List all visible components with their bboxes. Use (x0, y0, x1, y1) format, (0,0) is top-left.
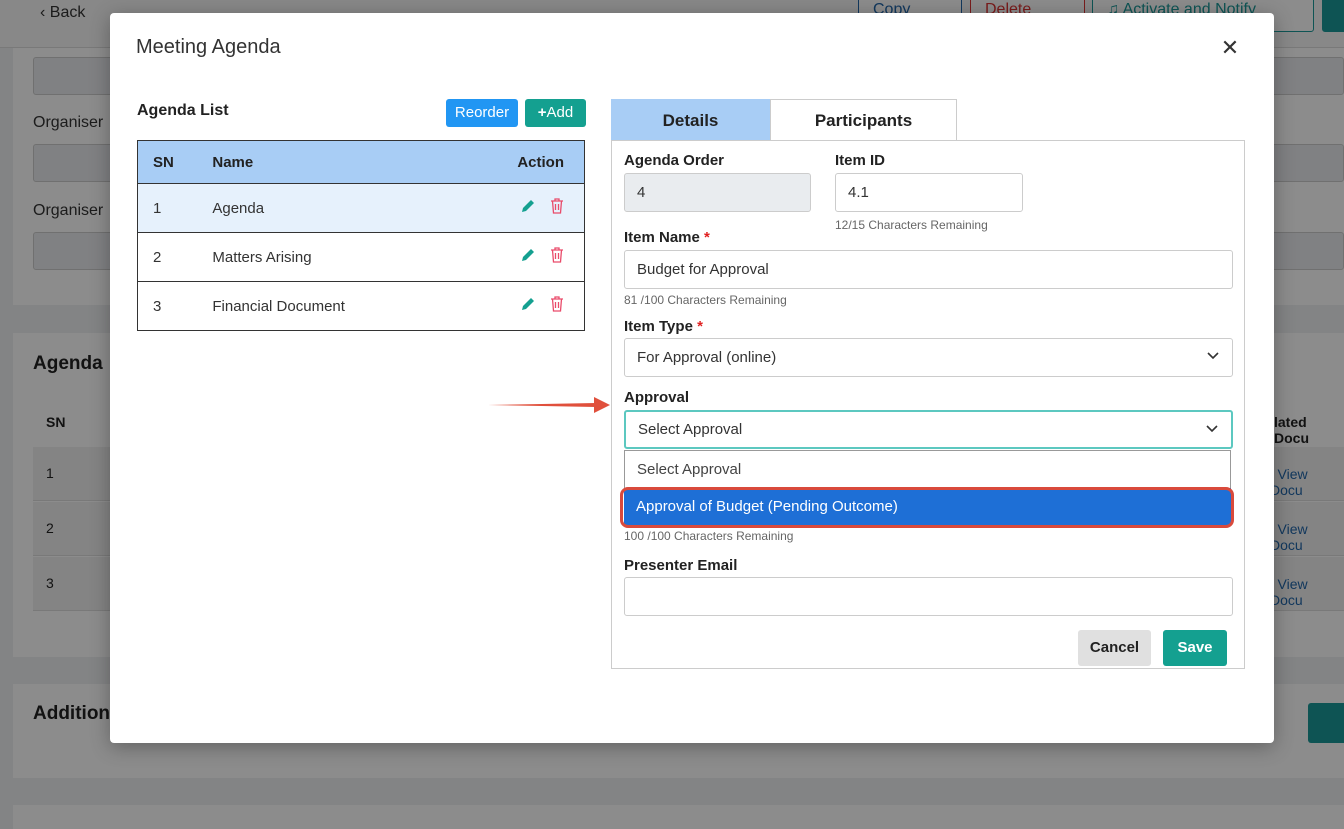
chevron-down-icon (1206, 425, 1218, 433)
table-row[interactable]: 1 Agenda (137, 183, 585, 233)
item-id-field[interactable]: 4.1 (835, 173, 1023, 212)
name-column-header: Name (212, 140, 495, 184)
annotation-highlight-box (620, 487, 1234, 528)
annotation-arrow-icon (488, 397, 610, 413)
agenda-order-field: 4 (624, 173, 811, 212)
add-button[interactable]: +Add (525, 99, 586, 127)
action-column-header: Action (494, 140, 585, 184)
row-sn: 3 (137, 281, 213, 331)
row-sn: 1 (137, 183, 213, 233)
presenter-email-field[interactable] (624, 577, 1233, 616)
trash-icon[interactable] (550, 198, 564, 214)
item-type-select[interactable]: For Approval (online) (624, 338, 1233, 377)
agenda-list-table: SN Name Action 1 Agenda 2 Matters Arisin… (137, 140, 585, 331)
row-name: Matters Arising (212, 232, 495, 282)
table-row[interactable]: 2 Matters Arising (137, 232, 585, 282)
row-name: Financial Document (212, 281, 495, 331)
item-id-label: Item ID (835, 152, 886, 169)
item-name-field[interactable]: Budget for Approval (624, 250, 1233, 289)
row-actions (494, 281, 585, 331)
agenda-list-title: Agenda List (137, 102, 229, 119)
sn-column-header: SN (137, 140, 213, 184)
tab-details[interactable]: Details (611, 99, 770, 140)
row-actions (494, 183, 585, 233)
cancel-button[interactable]: Cancel (1078, 630, 1151, 666)
pencil-icon[interactable] (520, 198, 536, 214)
approval-option[interactable]: Select Approval (625, 451, 1230, 488)
chevron-down-icon (1207, 352, 1219, 360)
row-actions (494, 232, 585, 282)
agenda-order-label: Agenda Order (624, 152, 725, 169)
presenter-email-label: Presenter Email (624, 557, 738, 574)
row-sn: 2 (137, 232, 213, 282)
table-row[interactable]: 3 Financial Document (137, 281, 585, 331)
table-header-row: SN Name Action (137, 140, 585, 184)
close-icon[interactable]: ✕ (1217, 35, 1243, 61)
approval-label: Approval (624, 389, 690, 406)
plus-icon: + (537, 104, 547, 121)
trash-icon[interactable] (550, 247, 564, 263)
trash-icon[interactable] (550, 296, 564, 312)
save-button[interactable]: Save (1163, 630, 1227, 666)
pencil-icon[interactable] (520, 296, 536, 312)
description-hint: 100 /100 Characters Remaining (624, 529, 794, 543)
tab-participants[interactable]: Participants (770, 99, 957, 140)
approval-select[interactable]: Select Approval (624, 410, 1233, 449)
item-name-hint: 81 /100 Characters Remaining (624, 293, 787, 307)
meeting-agenda-modal: Meeting Agenda ✕ Agenda List Reorder +Ad… (110, 13, 1274, 743)
detail-tabs: Details Participants (611, 99, 957, 140)
modal-title: Meeting Agenda (136, 36, 281, 58)
row-name: Agenda (212, 183, 495, 233)
item-id-hint: 12/15 Characters Remaining (835, 218, 988, 232)
item-type-label: Item Type * (624, 318, 703, 335)
item-name-label: Item Name * (624, 229, 710, 246)
reorder-button[interactable]: Reorder (446, 99, 518, 127)
pencil-icon[interactable] (520, 247, 536, 263)
